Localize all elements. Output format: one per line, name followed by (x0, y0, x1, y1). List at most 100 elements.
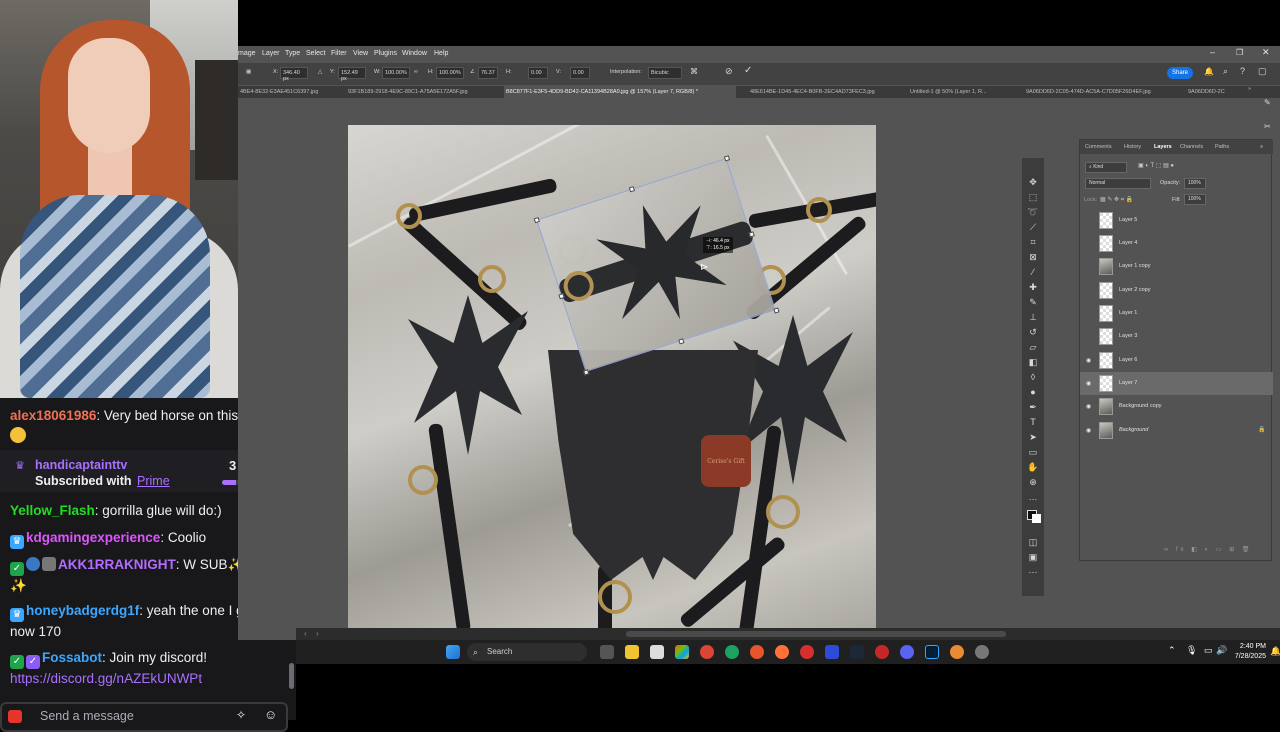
layer-footer-icons[interactable]: ∞ fx ◧ ◐ ▭ ⊞ 🗑 (1164, 546, 1253, 553)
tray-overflow-icon[interactable]: ⌃ (1168, 645, 1176, 656)
visibility-eye-icon[interactable]: ◉ (1086, 427, 1091, 434)
menu-filter[interactable]: Filter (331, 50, 347, 57)
chat-username[interactable]: Fossabot (42, 650, 102, 665)
gradient-tool-icon[interactable]: ◧ (1027, 356, 1039, 368)
transform-handle[interactable] (533, 216, 540, 224)
layer-row[interactable]: Layer 1 (1080, 302, 1273, 325)
crop-tool-icon[interactable]: ⌗ (1027, 236, 1039, 248)
doc-tab[interactable]: 4BE4-8E32-E3AE451C6397.jpg (238, 86, 338, 98)
hand-tool-icon[interactable]: ✋ (1027, 461, 1039, 473)
tab-history[interactable]: History (1124, 144, 1141, 150)
interpolation-select[interactable]: Bicubic (648, 67, 682, 79)
transform-handle[interactable] (773, 307, 780, 314)
visibility-eye-icon[interactable]: ◉ (1086, 380, 1091, 387)
angle-field[interactable]: 76.37 (478, 67, 498, 79)
brush-tool-icon[interactable]: ✎ (1027, 296, 1039, 308)
commit-transform-icon[interactable]: ✓ (744, 65, 752, 76)
frame-tool-icon[interactable]: ⊠ (1027, 251, 1039, 263)
fill-field[interactable]: 100% (1184, 194, 1206, 205)
notion-icon[interactable] (825, 645, 839, 659)
share-button[interactable]: Share (1167, 67, 1193, 79)
delta-icon[interactable]: △ (318, 69, 322, 75)
taskbar-search[interactable]: ⌕ Search (467, 643, 587, 661)
workspace-icon[interactable]: ▢ (1258, 66, 1267, 77)
warp-icon[interactable]: ⌘ (690, 67, 698, 76)
layer-row[interactable]: ◉ Background copy (1080, 395, 1273, 418)
canvas-horizontal-scrollbar[interactable]: ‹ › (296, 628, 1280, 640)
eraser-tool-icon[interactable]: ▱ (1027, 341, 1039, 353)
vskew-field[interactable]: 0.00 (570, 67, 590, 79)
doc-tab[interactable]: 9A06DD6D-2C05-474D-AC5A-C7D05F26D4EF.jpg (1024, 86, 1174, 98)
healing-tool-icon[interactable]: ✚ (1027, 281, 1039, 293)
layer-row[interactable]: ◉ Layer 6 (1080, 349, 1273, 372)
chat-username[interactable]: honeybadgerdg1f (26, 603, 139, 618)
menu-type[interactable]: Type (285, 50, 300, 57)
photoshop-icon[interactable] (925, 645, 939, 659)
blend-mode-select[interactable]: Normal (1085, 178, 1151, 189)
x-field[interactable]: 346.40 px (280, 67, 308, 82)
menu-window[interactable]: Window (402, 50, 427, 57)
menu-view[interactable]: View (353, 50, 368, 57)
hskew-field[interactable]: 0.00 (528, 67, 548, 79)
steam-icon[interactable] (850, 645, 864, 659)
filter-icons[interactable]: ▣ ◐ T ⬚ ▤ ● (1138, 162, 1174, 169)
menu-help[interactable]: Help (434, 50, 448, 57)
link-icon[interactable]: ∞ (414, 69, 418, 75)
doc-tab-active[interactable]: B8C877F1-E3F5-4DD9-BD42-CA11394B28A0.jpg… (504, 86, 736, 98)
taskbar-clock[interactable]: 2:40 PM 7/28/2025 (1226, 642, 1266, 662)
opacity-field[interactable]: 100% (1184, 178, 1206, 189)
chat-send-box[interactable]: Send a message ✧ ☺ (0, 702, 288, 732)
reference-point-icon[interactable]: ▦ (246, 69, 251, 75)
document-canvas[interactable]: Cerise's Gift ⊣: 46.4 px ⊤: 16.5 px ⊳ (348, 125, 876, 629)
doc-tab[interactable]: Untitled-1 @ 50% (Layer 1, R... (908, 86, 1012, 98)
sub-provider-link[interactable]: Prime (137, 474, 170, 488)
obs-icon[interactable] (875, 645, 889, 659)
marquee-tool-icon[interactable]: ⬚ (1027, 191, 1039, 203)
discord-icon[interactable] (900, 645, 914, 659)
menu-select[interactable]: Select (306, 50, 325, 57)
stamp-tool-icon[interactable]: ⊥ (1027, 311, 1039, 323)
scroll-thumb[interactable] (626, 631, 1006, 637)
calendar-app-icon[interactable] (650, 645, 664, 659)
history-brush-tool-icon[interactable]: ↺ (1027, 326, 1039, 338)
chat-username[interactable]: AKK1RRAKNIGHT (58, 557, 176, 572)
blur-tool-icon[interactable]: ◊ (1027, 371, 1039, 383)
menu-layer[interactable]: Layer (262, 50, 280, 57)
doc-tab[interactable]: 9A06DD6D-2C (1186, 86, 1236, 98)
scroll-right-icon[interactable]: › (316, 629, 319, 638)
task-view-icon[interactable] (600, 645, 614, 659)
file-explorer-icon[interactable] (625, 645, 639, 659)
start-icon[interactable] (446, 645, 460, 659)
bits-icon[interactable] (8, 710, 22, 723)
transform-handle[interactable] (628, 186, 636, 193)
chat-username[interactable]: Yellow_Flash (10, 503, 95, 518)
panel-menu-icon[interactable]: ≡ (1260, 144, 1263, 150)
opera-icon[interactable] (800, 645, 814, 659)
more-tools-icon[interactable]: … (1027, 491, 1039, 503)
edit-toolbar-icon[interactable]: ⋯ (1027, 566, 1039, 578)
shape-tool-icon[interactable]: ▭ (1027, 446, 1039, 458)
edge-icon[interactable] (725, 645, 739, 659)
visibility-eye-icon[interactable]: ◉ (1086, 357, 1091, 364)
layer-row[interactable]: Layer 3 (1080, 325, 1273, 348)
discord-link[interactable]: https://discord.gg/nAZEkUNWPt (10, 671, 202, 686)
path-select-tool-icon[interactable]: ➤ (1027, 431, 1039, 443)
network-icon[interactable]: ▭ (1204, 645, 1213, 656)
panel-tool-icon-2[interactable]: ✂ (1264, 122, 1271, 131)
microphone-icon[interactable]: 🎙 (1186, 645, 1197, 656)
tab-layers[interactable]: Layers (1154, 144, 1172, 150)
settings-icon[interactable] (975, 645, 989, 659)
firefox-icon[interactable] (775, 645, 789, 659)
dodge-tool-icon[interactable]: ● (1027, 386, 1039, 398)
y-field[interactable]: 152.49 px (338, 67, 366, 82)
type-tool-icon[interactable]: T (1027, 416, 1039, 428)
pen-tool-icon[interactable]: ✒ (1027, 401, 1039, 413)
background-color-swatch[interactable] (1032, 514, 1041, 523)
window-close-icon[interactable]: ✕ (1262, 47, 1270, 58)
window-restore-icon[interactable]: ❐ (1236, 48, 1243, 57)
transform-handle[interactable] (723, 155, 731, 162)
transform-handle[interactable] (678, 338, 685, 345)
layer-row[interactable]: Layer 4 (1080, 232, 1273, 255)
doc-tab[interactable]: 48E614BE-1D45-4EC4-B0FB-2EC4AD73FEC3.jpg (748, 86, 896, 98)
tab-paths[interactable]: Paths (1215, 144, 1229, 150)
